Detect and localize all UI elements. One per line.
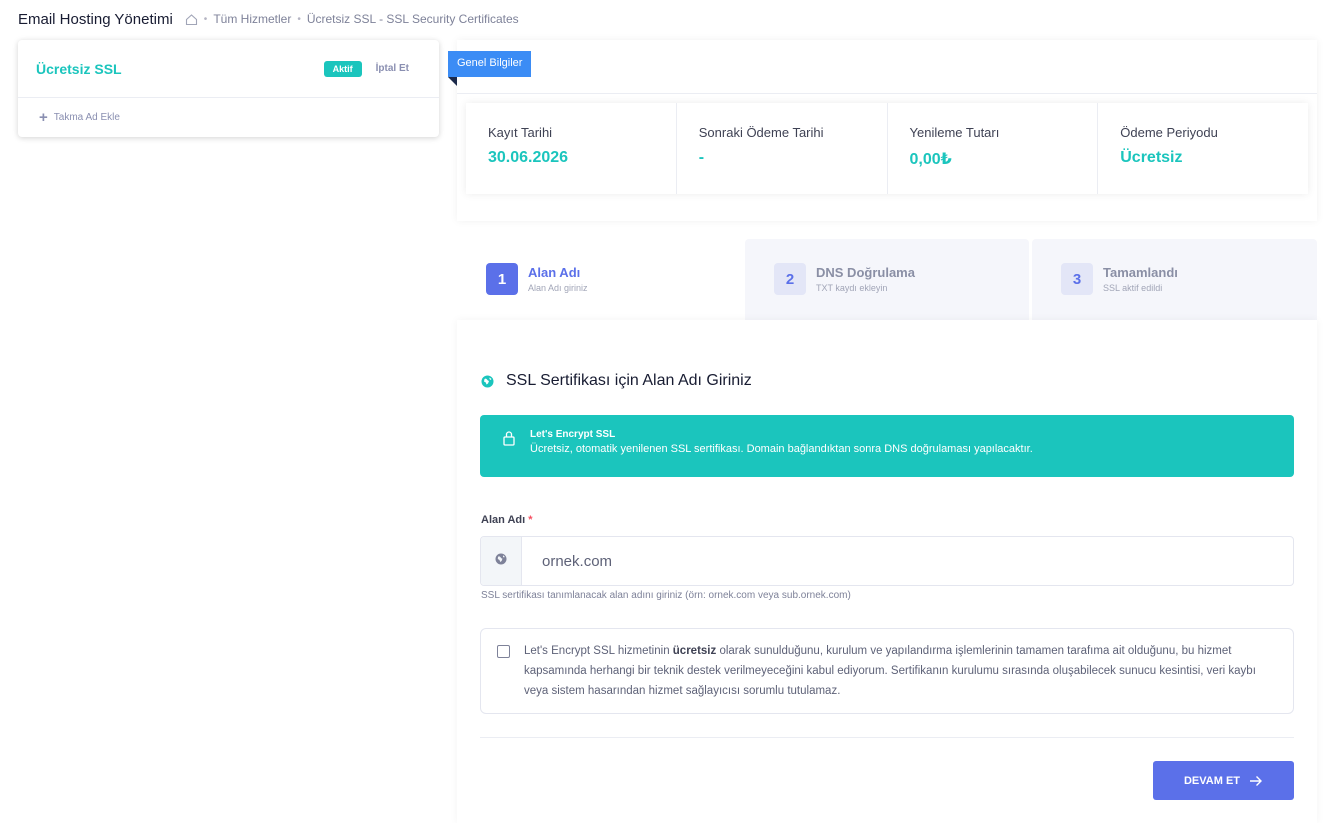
domain-label: Alan Adı * xyxy=(481,514,533,526)
add-alias-label: Takma Ad Ekle xyxy=(53,111,120,123)
service-name: Ücretsiz SSL xyxy=(36,60,122,77)
lock-icon xyxy=(502,430,516,446)
step-dns-verification[interactable]: 2 DNS Doğrulama TXT kaydı ekleyin xyxy=(745,239,1029,320)
stat-value: 0,00₺ xyxy=(909,151,952,168)
step-completed[interactable]: 3 Tamamlandı SSL aktif edildi xyxy=(1032,239,1317,320)
stat-label: Kayıt Tarihi xyxy=(488,125,553,140)
page-header: Email Hosting Yönetimi • Tüm Hizmetler •… xyxy=(18,10,519,28)
step-subtitle: Alan Adı giriniz xyxy=(528,283,588,293)
required-mark: * xyxy=(528,514,533,526)
cancel-service-link[interactable]: İptal Et xyxy=(376,63,409,74)
agreement-box: Let's Encrypt SSL hizmetinin ücretsiz ol… xyxy=(480,628,1294,714)
globe-icon xyxy=(481,375,494,388)
agreement-checkbox[interactable] xyxy=(497,645,510,658)
stat-registration-date: Kayıt Tarihi 30.06.2026 xyxy=(466,103,677,194)
wizard-steps: 1 Alan Adı Alan Adı giriniz 2 DNS Doğrul… xyxy=(457,239,1317,320)
domain-help-text: SSL sertifikası tanımlanacak alan adını … xyxy=(481,590,851,601)
continue-button-label: DEVAM ET xyxy=(1183,774,1241,787)
lets-encrypt-notice: Let's Encrypt SSL Ücretsiz, otomatik yen… xyxy=(480,415,1294,477)
notice-description: Ücretsiz, otomatik yenilenen SSL sertifi… xyxy=(530,443,1033,455)
service-card-header: Ücretsiz SSL Aktif İptal Et xyxy=(18,40,439,98)
step-title: Tamamlandı xyxy=(1103,265,1178,280)
step-title: Alan Adı xyxy=(528,265,581,280)
globe-icon xyxy=(495,552,507,570)
agreement-text[interactable]: Let's Encrypt SSL hizmetinin ücretsiz ol… xyxy=(524,641,1277,701)
breadcrumb-separator: • xyxy=(297,13,301,25)
add-alias-button[interactable]: + Takma Ad Ekle xyxy=(18,98,439,136)
home-icon[interactable] xyxy=(185,13,198,26)
status-badge: Aktif xyxy=(323,60,362,77)
agreement-text-prefix: Let's Encrypt SSL hizmetinin xyxy=(524,645,673,657)
stat-label: Yenileme Tutarı xyxy=(909,125,1000,140)
general-info-card: Genel Bilgiler Kayıt Tarihi 30.06.2026 S… xyxy=(448,40,1317,221)
arrow-right-icon xyxy=(1249,775,1263,787)
divider xyxy=(480,737,1294,738)
agreement-text-bold: ücretsiz xyxy=(672,645,717,657)
plus-icon: + xyxy=(39,108,48,126)
general-info-ribbon: Genel Bilgiler xyxy=(448,51,532,77)
stat-renewal-amount: Yenileme Tutarı 0,00₺ xyxy=(888,103,1099,194)
breadcrumb-all-services[interactable]: Tüm Hizmetler xyxy=(213,12,291,26)
breadcrumb-separator: • xyxy=(203,13,208,25)
stat-label: Ödeme Periyodu xyxy=(1120,125,1218,140)
continue-button[interactable]: DEVAM ET xyxy=(1153,761,1294,800)
breadcrumb-current: Ücretsiz SSL - SSL Security Certificates xyxy=(306,12,519,26)
service-card: Ücretsiz SSL Aktif İptal Et + Takma Ad E… xyxy=(18,40,439,137)
stat-value: 30.06.2026 xyxy=(488,149,569,166)
divider xyxy=(457,93,1317,94)
step-number: 3 xyxy=(1061,263,1093,295)
step-number: 1 xyxy=(486,263,518,295)
step-number: 2 xyxy=(774,263,806,295)
stat-next-payment-date: Sonraki Ödeme Tarihi - xyxy=(677,103,888,194)
section-title: SSL Sertifikası için Alan Adı Giriniz xyxy=(481,372,752,390)
stat-value: Ücretsiz xyxy=(1120,149,1183,166)
section-title-text: SSL Sertifikası için Alan Adı Giriniz xyxy=(506,372,752,389)
stat-payment-period: Ödeme Periyodu Ücretsiz xyxy=(1098,103,1308,194)
domain-form-card: SSL Sertifikası için Alan Adı Giriniz Le… xyxy=(457,320,1317,823)
stat-value: - xyxy=(698,149,705,166)
page-title: Email Hosting Yönetimi xyxy=(18,10,173,28)
domain-input-group xyxy=(480,536,1294,586)
notice-title: Let's Encrypt SSL xyxy=(530,429,616,440)
step-title: DNS Doğrulama xyxy=(816,265,915,280)
ribbon-tail xyxy=(448,77,457,86)
step-subtitle: TXT kaydı ekleyin xyxy=(816,283,888,293)
domain-input[interactable] xyxy=(522,537,1293,585)
stat-label: Sonraki Ödeme Tarihi xyxy=(698,125,824,140)
stats-row: Kayıt Tarihi 30.06.2026 Sonraki Ödeme Ta… xyxy=(466,103,1308,194)
step-domain[interactable]: 1 Alan Adı Alan Adı giriniz xyxy=(457,239,742,320)
step-subtitle: SSL aktif edildi xyxy=(1103,283,1163,293)
domain-label-text: Alan Adı xyxy=(481,514,526,526)
input-addon xyxy=(481,537,522,585)
